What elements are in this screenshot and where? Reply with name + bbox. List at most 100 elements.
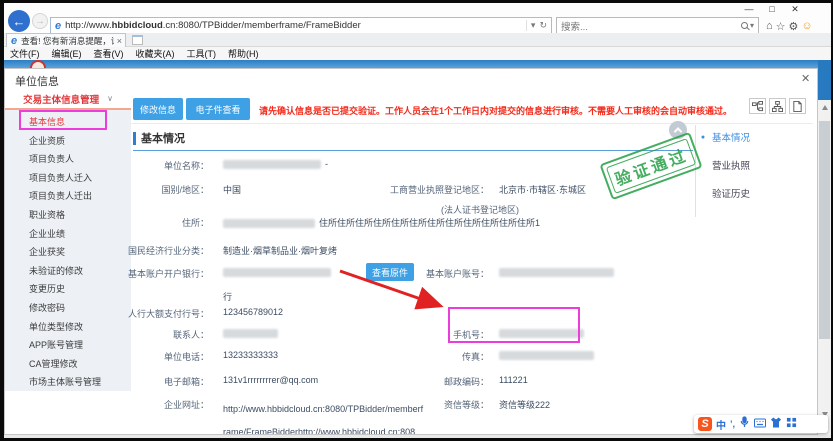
punctuation-icon[interactable]: ’, bbox=[730, 419, 735, 429]
field-label: 工商营业执照登记地区： bbox=[389, 183, 489, 196]
menu-item[interactable]: 收藏夹(A) bbox=[136, 47, 175, 60]
sidebar-item[interactable]: 基本信息 bbox=[5, 113, 131, 132]
scrollbar-thumb[interactable] bbox=[819, 121, 830, 339]
search-input[interactable]: 搜索... ▾ bbox=[556, 17, 759, 34]
verified-stamp: 验证通过 bbox=[599, 132, 702, 201]
redacted-value bbox=[499, 268, 614, 277]
field-label: 国民经济行业分类： bbox=[109, 244, 209, 257]
settings-icon[interactable]: ⚙ bbox=[789, 20, 799, 33]
menu-item[interactable]: 工具(T) bbox=[187, 47, 217, 60]
toolbox-grid-icon[interactable] bbox=[786, 415, 797, 433]
modal-close-button[interactable]: ✕ bbox=[801, 72, 810, 85]
field-label: 单位名称： bbox=[109, 159, 209, 172]
anchor-nav-item[interactable]: 营业执照 bbox=[699, 151, 809, 179]
keyboard-icon[interactable] bbox=[754, 415, 766, 433]
anchor-nav-label: 验证历史 bbox=[712, 186, 750, 200]
close-window-button[interactable]: ✕ bbox=[788, 4, 802, 15]
anchor-nav-item[interactable]: 验证历史 bbox=[699, 179, 809, 207]
scroll-up-icon bbox=[822, 105, 828, 110]
browser-chrome: ← → e http://www.hbbidcloud.cn:8080/TPBi… bbox=[4, 3, 831, 33]
menu-item[interactable]: 编辑(E) bbox=[52, 47, 82, 60]
field-value-bank-line2: 行 bbox=[223, 290, 232, 303]
redacted-value bbox=[223, 268, 331, 277]
field-value-postcode: 111221 bbox=[499, 375, 528, 385]
refresh-icon[interactable]: ↻ bbox=[539, 20, 547, 31]
scroll-up-button[interactable] bbox=[818, 100, 831, 114]
search-dropdown-icon[interactable]: ▾ bbox=[750, 21, 754, 30]
field-value-mobile bbox=[499, 328, 588, 338]
search-icon[interactable] bbox=[741, 22, 748, 29]
field-label: 住所： bbox=[109, 216, 209, 229]
redacted-value bbox=[223, 329, 278, 338]
structure-icon[interactable] bbox=[749, 98, 766, 114]
page-edge-strip bbox=[818, 60, 831, 100]
field-value-phone: 13233333333 bbox=[223, 350, 278, 360]
skin-shirt-icon[interactable] bbox=[770, 415, 782, 433]
section-underline bbox=[133, 150, 693, 151]
field-label: 电子邮箱： bbox=[109, 375, 209, 388]
url-bar[interactable]: e http://www.hbbidcloud.cn:8080/TPBidder… bbox=[50, 17, 552, 34]
menu-item[interactable]: 帮助(H) bbox=[228, 47, 259, 60]
scrollbar[interactable] bbox=[818, 100, 831, 435]
anchor-nav: ● 基本情况 营业执照 验证历史 bbox=[699, 123, 809, 207]
field-value-biz-region: 北京市·市辖区·东城区 bbox=[499, 183, 586, 196]
bullet-icon: ● bbox=[699, 134, 707, 141]
ie-favicon: e bbox=[55, 20, 61, 32]
tab-favicon: e bbox=[11, 35, 17, 47]
verification-notice: 请先确认信息是否已提交验证。工作人员会在1个工作日内对提交的信息进行审核。不需要… bbox=[259, 104, 732, 117]
sidebar-header[interactable]: 交易主体信息管理 ∨ bbox=[5, 89, 131, 110]
sidebar-item[interactable]: 企业资质 bbox=[5, 132, 131, 151]
document-icon[interactable] bbox=[789, 98, 806, 114]
forward-button[interactable]: → bbox=[32, 13, 48, 29]
chevron-down-icon: ∨ bbox=[107, 94, 113, 103]
field-value-unit-name: - bbox=[223, 159, 328, 169]
field-label: 人行大额支付行号： bbox=[109, 307, 209, 320]
smiley-icon[interactable]: ☺ bbox=[801, 20, 812, 32]
sogou-input-bar[interactable]: S 中 ’, bbox=[694, 415, 828, 433]
unit-info-modal: 单位信息 ✕ 交易主体信息管理 ∨ 基本信息企业资质项目负责人项目负责人迁入项目… bbox=[4, 68, 818, 435]
menu-item[interactable]: 查看(V) bbox=[94, 47, 124, 60]
browser-window: ← → e http://www.hbbidcloud.cn:8080/TPBi… bbox=[4, 3, 831, 438]
home-icon[interactable]: ⌂ bbox=[766, 20, 773, 32]
field-value-email: 131v1rrrrrrrrer@qq.com bbox=[223, 375, 318, 385]
microphone-icon[interactable] bbox=[739, 415, 750, 433]
modify-info-button[interactable]: 修改信息 bbox=[133, 98, 183, 120]
maximize-button[interactable]: □ bbox=[765, 4, 779, 15]
e-attachment-view-button[interactable]: 电子件查看 bbox=[186, 98, 250, 120]
favorites-icon[interactable]: ☆ bbox=[776, 20, 786, 33]
section-title: 基本情况 bbox=[141, 130, 185, 146]
menu-bar: 文件(F) 编辑(E) 查看(V) 收藏夹(A) 工具(T) 帮助(H) bbox=[4, 47, 831, 60]
field-label: 国别/地区： bbox=[109, 183, 209, 196]
minimize-button[interactable]: — bbox=[742, 4, 756, 15]
menu-item[interactable]: 文件(F) bbox=[10, 47, 40, 60]
anchor-nav-label: 营业执照 bbox=[712, 158, 750, 172]
field-label: 资信等级： bbox=[389, 398, 489, 411]
forward-icon: → bbox=[35, 16, 45, 27]
browser-tab[interactable]: e 查看! 您有新消息提醒，请... × bbox=[6, 33, 126, 47]
chinese-mode-icon[interactable]: 中 bbox=[716, 417, 726, 432]
divider bbox=[695, 125, 696, 217]
new-tab-button[interactable] bbox=[132, 35, 143, 45]
field-label: 邮政编码： bbox=[389, 375, 489, 388]
redacted-value bbox=[499, 329, 584, 338]
field-value-bank bbox=[223, 267, 335, 277]
field-sublabel: (法人证书登记地区) bbox=[425, 203, 535, 216]
field-value-address: 住所住所住所住所住所住所住所住所住所住所住所住所1 bbox=[223, 216, 540, 229]
field-label: 传真： bbox=[389, 350, 489, 363]
org-chart-icon[interactable] bbox=[769, 98, 786, 114]
sidebar-item[interactable]: 变更历史 bbox=[5, 280, 131, 299]
site-header-strip bbox=[4, 60, 831, 68]
anchor-nav-item[interactable]: ● 基本情况 bbox=[699, 123, 809, 151]
sogou-logo-icon[interactable]: S bbox=[698, 417, 712, 431]
back-button[interactable]: ← bbox=[8, 10, 30, 32]
redacted-value bbox=[223, 160, 321, 169]
anchor-nav-label: 基本情况 bbox=[712, 130, 750, 144]
back-icon: ← bbox=[13, 14, 26, 29]
tab-title: 查看! 您有新消息提醒，请... bbox=[21, 35, 114, 47]
field-value-credit: 资信等级222 bbox=[499, 398, 550, 411]
field-label: 基本账户开户银行： bbox=[109, 267, 209, 280]
site-logo bbox=[30, 60, 46, 68]
tab-row: e 查看! 您有新消息提醒，请... × bbox=[4, 33, 831, 47]
url-dropdown-icon[interactable]: ▾ bbox=[531, 20, 536, 31]
tab-close-icon[interactable]: × bbox=[114, 36, 125, 46]
